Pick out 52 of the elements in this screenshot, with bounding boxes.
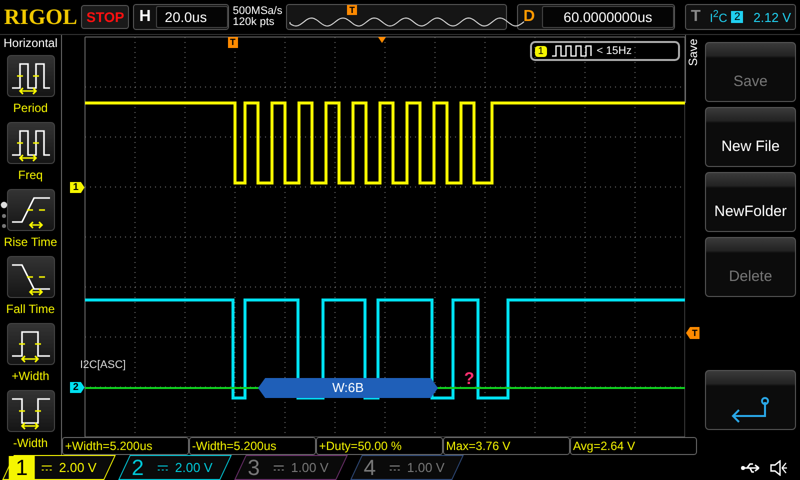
delay-box[interactable]: D 60.0000000us xyxy=(517,4,675,30)
measurement-readout: -Width=5.200us xyxy=(189,437,316,455)
measurement-label: Rise Time xyxy=(4,234,58,248)
decode-packet: W:6B xyxy=(258,378,438,398)
measurement-label: +Width xyxy=(12,368,50,382)
timebase-label: H xyxy=(138,8,152,26)
menu-button[interactable]: NewFolder xyxy=(705,172,796,232)
channel-badge: 1 xyxy=(535,46,547,56)
memory-depth: 120k pts xyxy=(232,17,276,28)
channel-number: 2 xyxy=(130,456,146,480)
measurement-readout: +Duty=50.00 % xyxy=(316,437,443,455)
trigger-level-marker: T xyxy=(686,327,700,339)
menu-button[interactable]: New File xyxy=(705,107,796,167)
trigger-threshold: 2.12 V xyxy=(753,10,791,24)
measurement-label: Period xyxy=(13,100,48,114)
channel-tab[interactable]: 4 1.00 V xyxy=(350,455,464,480)
channel-scale: 2.00 V xyxy=(59,460,97,475)
channel-tab[interactable]: 3 1.00 V xyxy=(234,455,348,480)
trigger-marker: T xyxy=(228,37,238,48)
measurement-readout: Max=3.76 V xyxy=(443,437,570,455)
timebase-box[interactable]: H 20.0us xyxy=(133,4,229,30)
channel-number: 4 xyxy=(362,456,378,480)
channel-tab[interactable]: 2 2.00 V xyxy=(118,455,232,480)
trigger-marker: T xyxy=(347,5,357,15)
delay-value: 60.0000000us xyxy=(542,6,674,28)
measurement-label: Freq xyxy=(18,168,43,182)
error-mark: ? xyxy=(464,371,474,387)
channel-scale: 2.00 V xyxy=(175,460,213,475)
channel-scale: 1.00 V xyxy=(407,460,445,475)
measurement-label: Fall Time xyxy=(6,302,55,316)
decoder-label: I2C[ASC] xyxy=(80,359,126,371)
channel-marker[interactable]: 1 xyxy=(70,182,85,193)
channel-tab[interactable]: 1 2.00 V xyxy=(2,455,116,480)
measurement-label: -Width xyxy=(13,436,48,450)
channel-number: 3 xyxy=(246,456,262,480)
measurement-readout: +Width=5.200us xyxy=(62,437,189,455)
run-stop-button[interactable]: STOP xyxy=(81,5,130,29)
channel-marker[interactable]: 2 xyxy=(70,382,85,393)
trigger-type: I$^{2}$C xyxy=(710,9,728,25)
sample-rate: 500MSa/s xyxy=(232,6,282,17)
menu-title: Horizontal xyxy=(3,35,58,51)
measurement-readout: Avg=2.64 V xyxy=(570,437,697,455)
channel-number: 1 xyxy=(9,456,35,480)
menu-tab[interactable]: Save xyxy=(685,35,703,103)
brand-logo: RIGOL xyxy=(4,4,78,30)
frequency-value: < 15Hz xyxy=(596,45,632,57)
delay-label: D xyxy=(522,8,536,26)
channel-scale: 1.00 V xyxy=(291,460,329,475)
timebase-value: 20.0us xyxy=(156,6,228,28)
trigger-source: 2 xyxy=(731,11,744,23)
trigger-label: T xyxy=(690,8,702,26)
trigger-box[interactable]: T I$^{2}$C 2 2.12 V xyxy=(684,4,796,30)
